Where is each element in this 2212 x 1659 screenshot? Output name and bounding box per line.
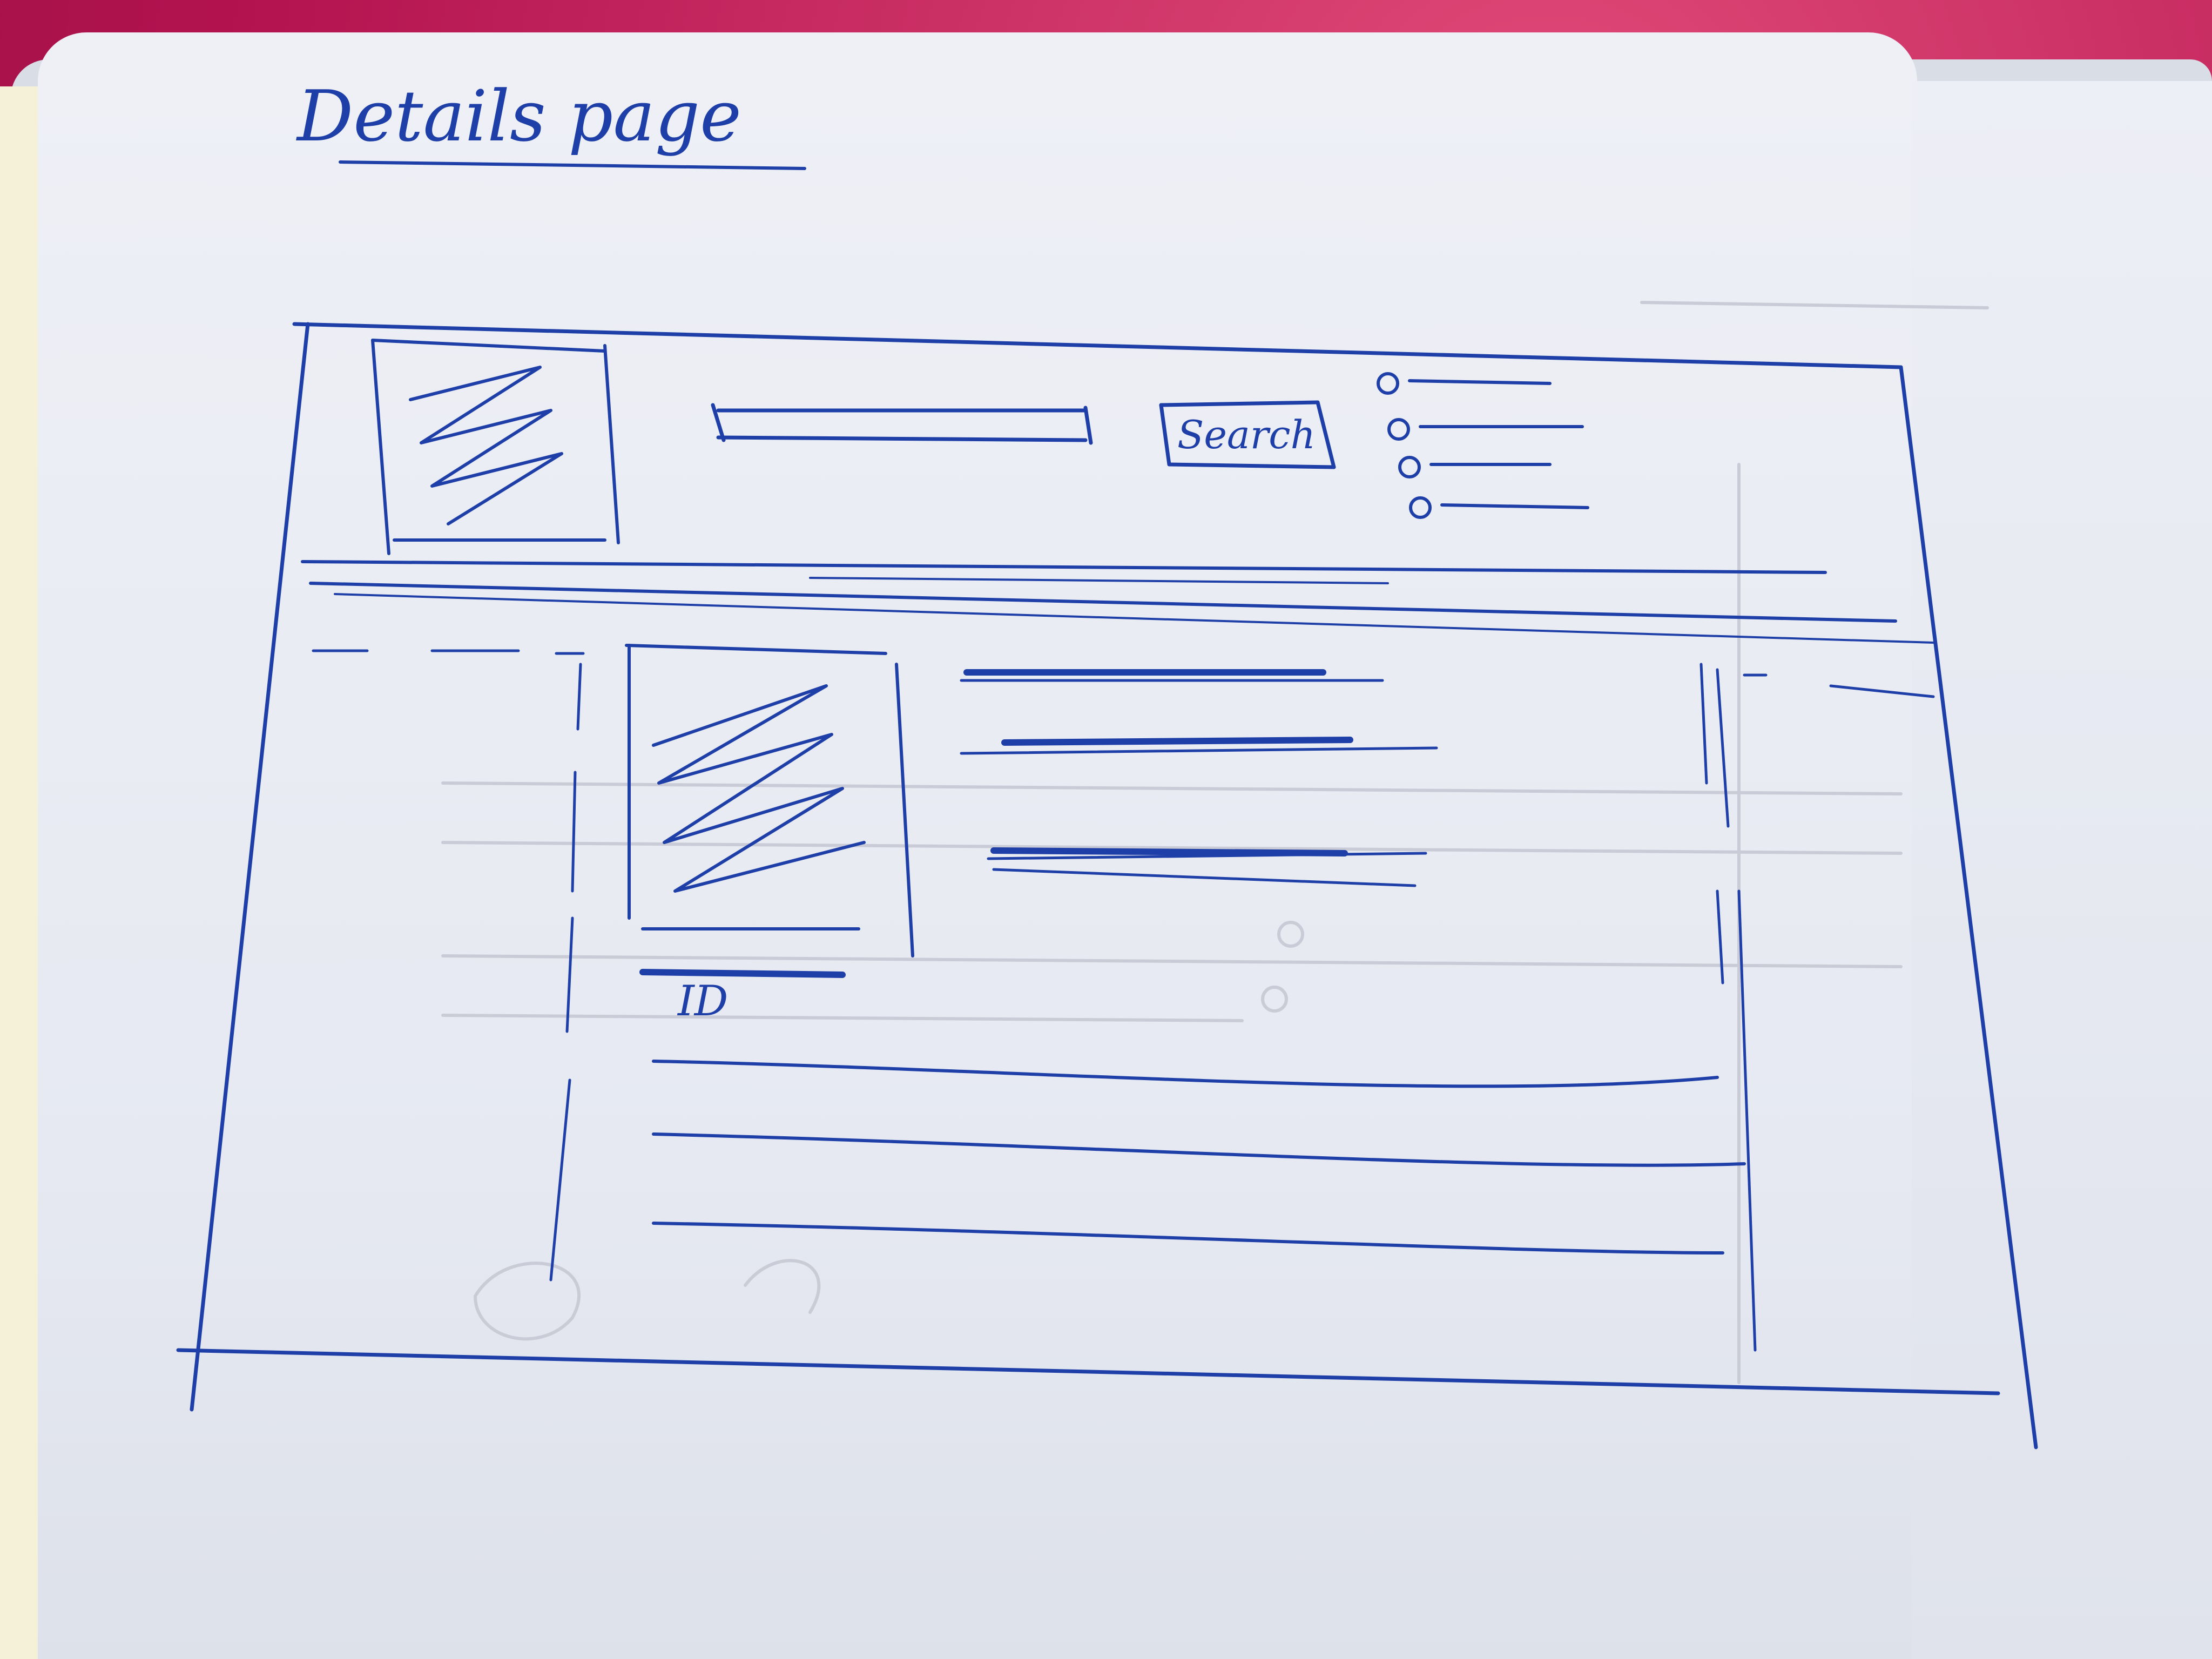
nav-item-bullet-icon <box>1409 496 1432 519</box>
detail-image-placeholder <box>625 644 914 957</box>
title-underline <box>339 160 806 170</box>
nav-item[interactable] <box>1409 496 1589 519</box>
nav-list <box>1377 372 1589 519</box>
description-lines <box>652 1060 1746 1255</box>
search-button[interactable]: Search <box>1159 400 1336 469</box>
left-sidebar-boundary <box>312 649 585 1282</box>
wireframe-sketch: Details page Search ID <box>176 75 2038 1449</box>
header-divider <box>301 560 1934 644</box>
nav-item-bullet-icon <box>1377 372 1399 395</box>
search-button-label: Search <box>1177 412 1316 457</box>
page-frame <box>176 322 2038 1449</box>
id-label: ID <box>677 977 728 1026</box>
nav-item[interactable] <box>1398 456 1552 478</box>
header-region: Search <box>371 339 1589 555</box>
main-content: ID <box>312 644 1935 1352</box>
right-sidebar-boundary <box>1700 663 1935 1352</box>
nav-item[interactable] <box>1387 418 1584 441</box>
search-input[interactable] <box>711 403 1093 445</box>
detail-text-lines <box>960 669 1438 887</box>
nav-item-bullet-icon <box>1398 456 1421 478</box>
nav-item[interactable] <box>1377 372 1552 395</box>
sketch-title: Details page <box>296 75 741 157</box>
nav-item-bullet-icon <box>1387 418 1410 441</box>
logo-placeholder <box>371 339 620 555</box>
